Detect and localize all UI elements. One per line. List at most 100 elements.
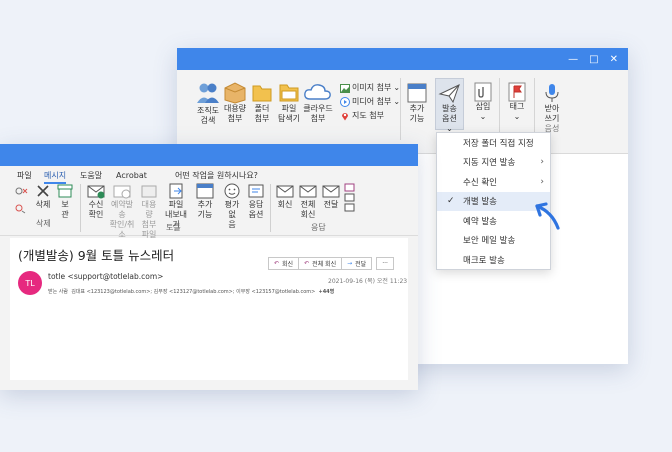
inline-reply-all-label: 전체 회신	[312, 261, 337, 268]
insert-button[interactable]: 삽입 ⌄	[473, 82, 493, 122]
recipients-line: 받는 사람 김대표 <123123@totlelab.com>; 김부장 <12…	[48, 288, 334, 295]
search-hint[interactable]: 어떤 작업을 원하시나요?	[175, 171, 258, 181]
forward-label: 전달	[323, 200, 339, 209]
sender[interactable]: totle <support@totlelab.com>	[48, 272, 163, 281]
large-attach-label: 대용량 첨부	[223, 104, 247, 123]
forward-envelope-icon	[322, 185, 340, 198]
reply-all-button[interactable]: 전체 회신	[298, 182, 318, 220]
minimize-button[interactable]: —	[568, 54, 578, 65]
inline-reply-all-button[interactable]: ↶ 전체 회신	[299, 257, 343, 270]
recipients[interactable]: 김대표 <123123@totlelab.com>; 김부장 <123127@t…	[71, 289, 315, 295]
message-window: 파일 메시지 도움말 Acrobat 어떤 작업을 원하시나요? 삭제 보 관 …	[0, 144, 418, 390]
rate-label: 평가 없 음	[224, 200, 240, 229]
map-attach-label: 지도 첨부	[352, 111, 384, 120]
clock-envelope-icon	[113, 185, 131, 199]
send-options-button[interactable]: 발송 옵션 ⌄	[435, 78, 464, 133]
attachment-box-icon	[141, 185, 157, 198]
paperclip-icon	[474, 82, 492, 102]
chevron-down-icon: ⌄	[513, 112, 521, 121]
divider	[270, 184, 271, 232]
dictate-button[interactable]: 받아 쓰기 음성	[541, 82, 563, 134]
ignore-icon[interactable]	[14, 186, 28, 198]
delete-button[interactable]: 삭제	[34, 182, 52, 210]
delete-group-label: 삭제	[36, 219, 51, 228]
forward-button[interactable]: 전달	[321, 182, 341, 210]
image-attach-row[interactable]: 이미지 첨부 ⌄	[340, 83, 400, 93]
junk-icon[interactable]	[14, 202, 28, 214]
media-attach-row[interactable]: 미디어 첨부 ⌄	[340, 97, 400, 107]
archive-button[interactable]: 보 관	[56, 182, 74, 220]
file-explorer-label: 파일 탐색기	[277, 104, 301, 123]
map-pin-icon	[342, 113, 348, 121]
menu-item[interactable]: 지동 지연 발송 ›	[437, 153, 550, 173]
read-receipt-label: 수신 확인	[88, 200, 104, 219]
envelope-check-icon	[87, 185, 105, 199]
cloud-icon	[304, 84, 331, 100]
inline-reply-label: 회신	[282, 261, 294, 268]
large-attachment-button[interactable]: 대용량 첨부파일	[138, 182, 160, 240]
folder-attach-button[interactable]: 폴더 첨부	[249, 80, 275, 124]
menu-item-label: 매크로 발송	[463, 255, 505, 266]
media-attach-label: 미디어 첨부	[352, 97, 392, 106]
compose-ribbon: 조직도 검색 대용량 첨부 폴더 첨부 파일 탐색기 클라우드 첨부 이미지 첨…	[177, 70, 628, 154]
maximize-button[interactable]: □	[589, 54, 598, 65]
large-attach-button[interactable]: 대용량 첨부	[222, 80, 248, 124]
send-options-label: 발송 옵션	[442, 104, 457, 123]
more-respond-icon[interactable]	[344, 183, 356, 213]
chevron-right-icon: ›	[540, 176, 544, 187]
read-receipt-button[interactable]: 수신 확인	[86, 182, 106, 220]
tab-file[interactable]: 파일	[17, 171, 32, 181]
paper-plane-icon	[438, 84, 460, 104]
more-features-button[interactable]: 추가 기능	[406, 82, 428, 124]
tab-acrobat[interactable]: Acrobat	[116, 171, 147, 181]
reply-envelope-icon	[276, 185, 294, 198]
reply-button[interactable]: 회신	[275, 182, 295, 210]
inline-forward-button[interactable]: → 전달	[342, 257, 373, 270]
cloud-attach-label: 클라우드 첨부	[303, 104, 333, 123]
inline-reply-button[interactable]: ↶ 회신	[268, 257, 300, 270]
reserve-cancel-button[interactable]: 예약발송 확인/취소	[108, 182, 136, 240]
tab-help[interactable]: 도움말	[80, 171, 102, 181]
x-delete-icon	[37, 185, 49, 197]
chevron-down-icon: ⌄	[479, 112, 487, 121]
menu-item[interactable]: 저장 폴더 직접 지정	[437, 133, 550, 153]
add-in-button[interactable]: 추가 기능	[195, 182, 215, 220]
tab-message[interactable]: 메시지	[44, 171, 66, 181]
more-recipients[interactable]: +44명	[319, 289, 335, 295]
pointer-arrow-icon	[535, 202, 560, 230]
tag-label: 태그	[509, 102, 525, 111]
close-button[interactable]: ✕	[610, 54, 618, 65]
divider	[80, 184, 81, 232]
forward-arrow-icon: →	[347, 260, 353, 267]
tag-button[interactable]: 태그 ⌄	[507, 82, 527, 122]
compose-titlebar: — □ ✕	[177, 48, 628, 70]
add-in-icon	[196, 183, 214, 199]
file-explorer-button[interactable]: 파일 탐색기	[276, 80, 302, 124]
image-icon	[340, 83, 350, 93]
reply-all-envelope-icon	[299, 185, 317, 198]
cloud-attach-button[interactable]: 클라우드 첨부	[301, 80, 335, 124]
menu-item[interactable]: 보안 메일 발송	[437, 231, 550, 251]
menu-item-label: 지동 지연 발송	[463, 158, 516, 169]
reply-all-arrow-icon: ↶	[304, 260, 310, 267]
reply-options-button[interactable]: 응답 옵션	[246, 182, 266, 220]
microphone-icon	[545, 84, 559, 102]
message-subject: (개별발송) 9월 토틀 뉴스레터	[18, 248, 175, 263]
message-actions: ↶ 회신 ↶ 전체 회신 → 전달 ···	[268, 257, 394, 270]
more-actions-button[interactable]: ···	[376, 257, 394, 270]
totle-group-label: 토틀	[166, 223, 181, 232]
dictate-label: 받아 쓰기	[544, 104, 560, 123]
message-ribbon: 삭제 보 관 삭제 수신 확인 예약발송 확인/취소 대용량 첨부파일 파일 내…	[0, 182, 418, 239]
map-attach-row[interactable]: 지도 첨부	[340, 111, 384, 121]
flag-icon	[508, 82, 526, 102]
menu-item[interactable]: 매크로 발송	[437, 250, 550, 270]
folder-open-icon	[279, 84, 299, 102]
add-in-icon	[407, 83, 427, 103]
rate-button[interactable]: 평가 없 음	[220, 182, 244, 230]
smiley-icon	[224, 183, 240, 199]
menu-item-label: 개별 발송	[463, 197, 497, 208]
folder-icon	[252, 85, 272, 102]
menu-item[interactable]: 수신 확인 ›	[437, 172, 550, 192]
reply-arrow-icon: ↶	[274, 260, 280, 267]
org-search-button[interactable]: 조직도 검색	[195, 80, 221, 126]
